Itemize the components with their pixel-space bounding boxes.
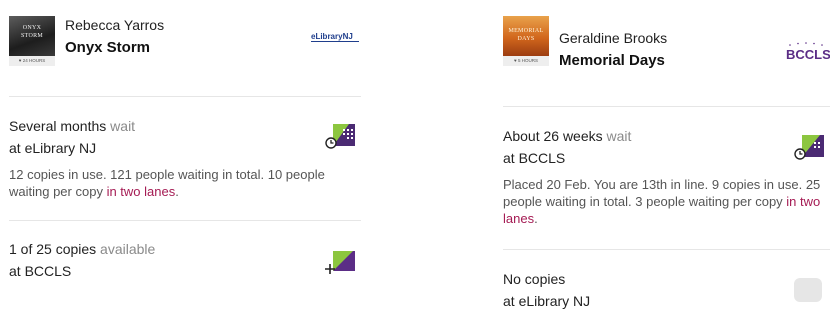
cover-title-line: ONYX [22, 25, 42, 31]
book-header: ONYX STORM ♥ 24 HOURS Rebecca Yarros Ony… [9, 0, 361, 96]
hold-details: 12 copies in use. 121 people waiting in … [9, 167, 325, 199]
cover-image: MEMORIAL DAYS [503, 16, 549, 56]
elibrarynj-logo-icon: eLibraryNJ [311, 32, 359, 42]
library-logo-bccls: BCCLS [784, 42, 830, 67]
hold-wait-icon[interactable] [325, 124, 355, 150]
borrow-plus-icon[interactable] [325, 249, 355, 275]
hold-details: Placed 20 Feb. You are 13th in line. 9 c… [503, 177, 821, 226]
cover-title-line: STORM [20, 33, 44, 39]
left-book-card: ONYX STORM ♥ 24 HOURS Rebecca Yarros Ony… [9, 0, 361, 301]
wait-status: Several months wait [9, 118, 136, 134]
library-logo-elibrarynj: eLibraryNJ [311, 30, 361, 49]
bccls-logo-icon: BCCLS [786, 42, 830, 62]
cover-image: ONYX STORM [9, 16, 55, 56]
availability-row[interactable]: No copies at eLibrary NJ [503, 250, 830, 310]
wait-status: About 26 weeks wait [503, 128, 632, 144]
copies-status: 1 of 25 copies available [9, 241, 156, 257]
library-line: at BCCLS [9, 263, 72, 279]
book-header: MEMORIAL DAYS ♥ 5 HOURS Geraldine Brooks… [503, 0, 830, 106]
availability-row[interactable]: Several months wait at eLibrary NJ 12 co… [9, 97, 361, 220]
cover-duration-tag: ♥ 5 HOURS [503, 56, 549, 66]
hold-wait-icon[interactable] [794, 135, 824, 161]
book-author[interactable]: Rebecca Yarros [65, 17, 164, 33]
lanes-link[interactable]: in two lanes [107, 184, 176, 199]
svg-text:BCCLS: BCCLS [786, 47, 830, 62]
copies-status: No copies [503, 271, 566, 287]
cover-title-line: DAYS [517, 36, 535, 42]
right-book-card: MEMORIAL DAYS ♥ 5 HOURS Geraldine Brooks… [503, 0, 830, 310]
library-line: at BCCLS [503, 150, 566, 166]
book-cover-memorial-days[interactable]: MEMORIAL DAYS ♥ 5 HOURS [503, 16, 549, 66]
book-cover-onyx-storm[interactable]: ONYX STORM ♥ 24 HOURS [9, 16, 55, 66]
book-author[interactable]: Geraldine Brooks [559, 30, 667, 46]
availability-row[interactable]: About 26 weeks wait at BCCLS Placed 20 F… [503, 107, 830, 249]
book-title[interactable]: Memorial Days [559, 52, 665, 69]
cover-duration-tag: ♥ 24 HOURS [9, 56, 55, 66]
svg-text:eLibraryNJ: eLibraryNJ [311, 32, 353, 41]
book-title[interactable]: Onyx Storm [65, 39, 150, 56]
library-line: at eLibrary NJ [503, 293, 591, 309]
unavailable-icon [794, 278, 822, 302]
cover-title-line: MEMORIAL [508, 28, 544, 34]
library-line: at eLibrary NJ [9, 140, 97, 156]
availability-row[interactable]: 1 of 25 copies available at BCCLS [9, 221, 361, 301]
